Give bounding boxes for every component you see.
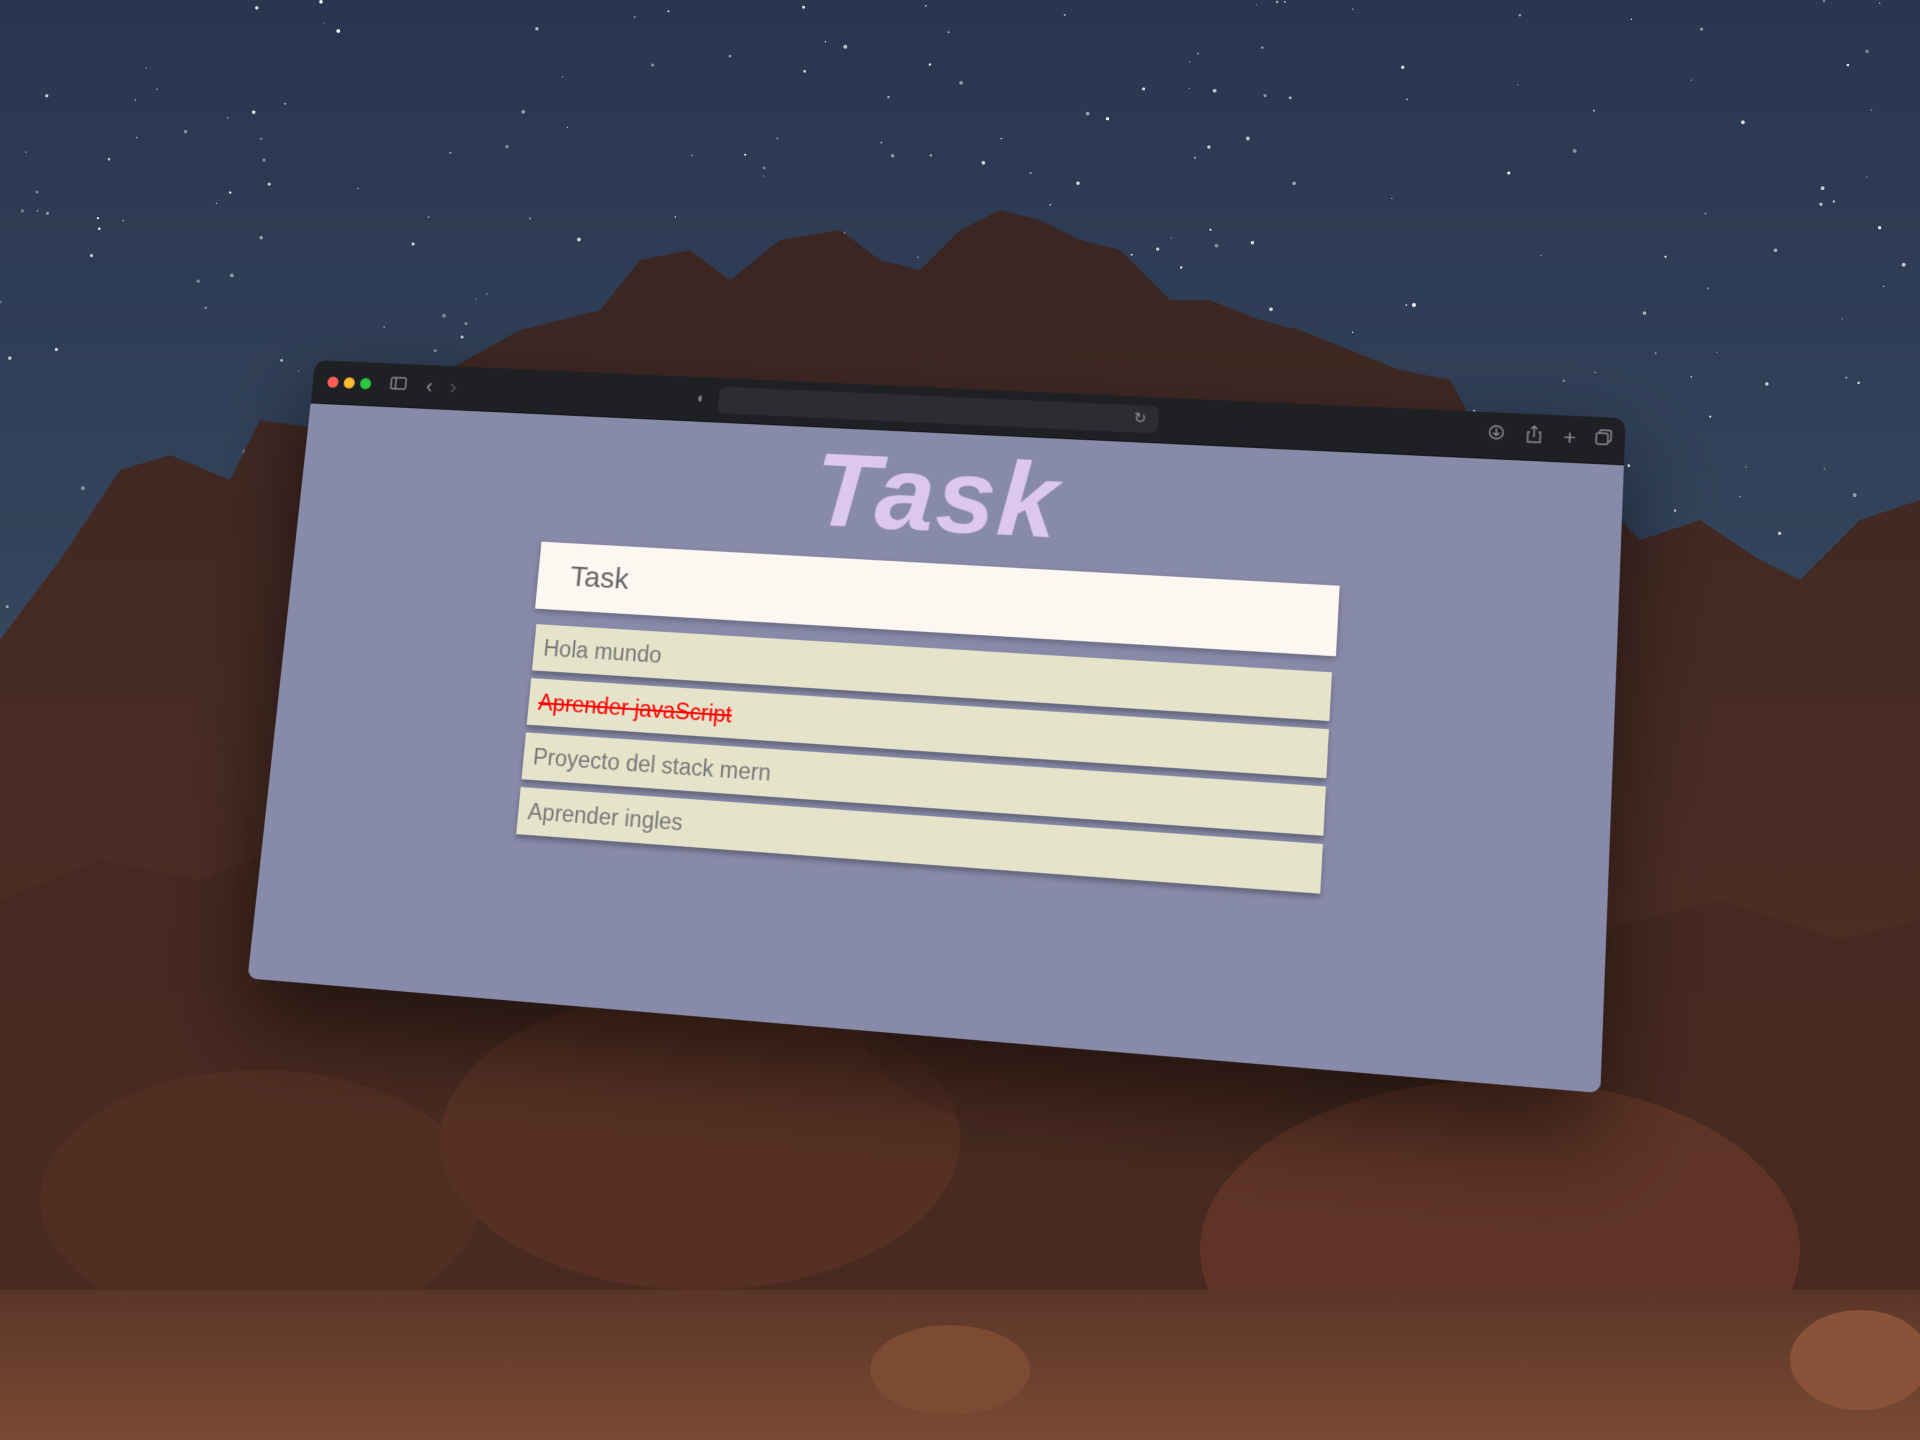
shield-icon[interactable]: ◐ <box>689 387 714 411</box>
task-list: Hola mundo Aprender javaScript Proyecto … <box>516 624 1332 894</box>
page-content: Task Hola mundo Aprender javaScript Proy… <box>247 403 1624 1094</box>
share-icon[interactable] <box>1521 425 1547 450</box>
minimize-window-button[interactable] <box>343 377 356 389</box>
browser-window: ‹ › ◐ ↻ + Task Task Hola mundo Aprender … <box>247 360 1626 1094</box>
download-icon[interactable] <box>1483 423 1509 448</box>
plus-icon[interactable]: + <box>1557 426 1583 451</box>
chevron-left-icon[interactable]: ‹ <box>417 374 441 398</box>
browser-scene: ‹ › ◐ ↻ + Task Task Hola mundo Aprender … <box>0 0 1920 1440</box>
share-icon-glyph <box>1525 425 1543 444</box>
sidebar-icon[interactable] <box>386 374 410 397</box>
chevron-right-icon[interactable]: › <box>441 375 465 399</box>
sidebar-icon-glyph <box>390 376 408 390</box>
zoom-window-button[interactable] <box>359 377 372 390</box>
tabs-icon-glyph <box>1595 429 1613 446</box>
download-icon-glyph <box>1488 424 1505 441</box>
tabs-icon[interactable] <box>1590 428 1616 453</box>
reload-icon[interactable]: ↻ <box>1127 407 1153 431</box>
close-window-button[interactable] <box>326 376 339 388</box>
